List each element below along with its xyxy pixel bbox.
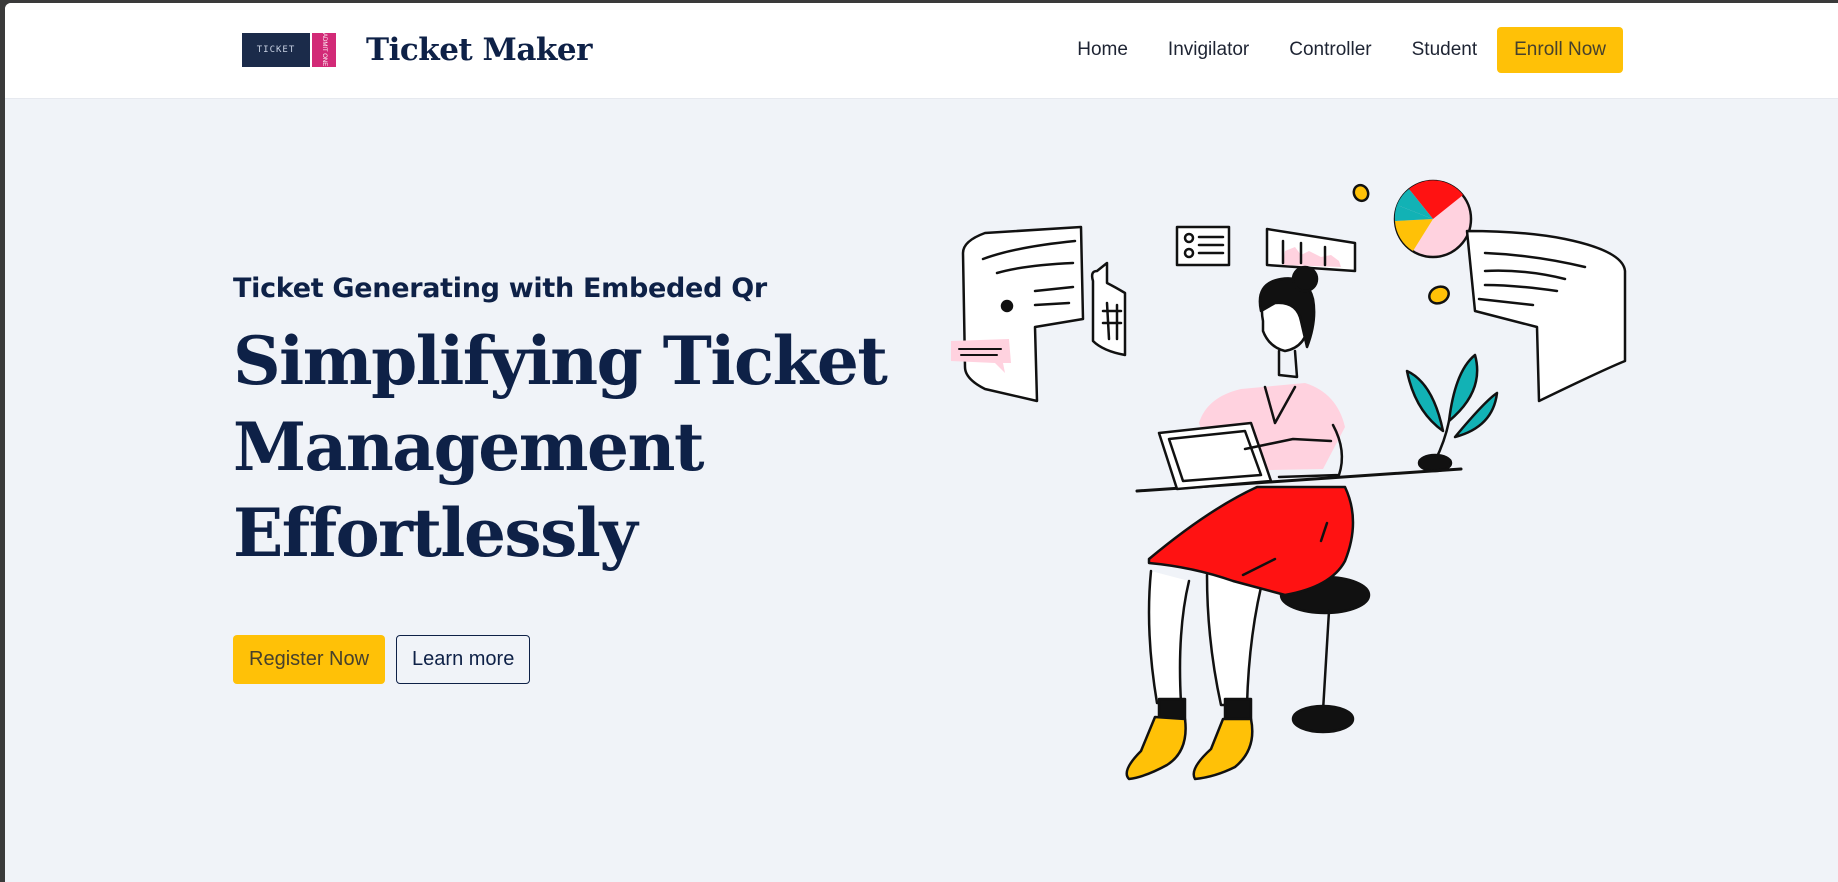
ticket-logo-icon: TICKET ADMIT ONE xyxy=(242,32,338,68)
headline-line-1: Simplifying Ticket xyxy=(233,322,888,400)
hero-text: Ticket Generating with Embeded Qr Simpli… xyxy=(233,273,933,576)
nav-menu: Home Invigilator Controller Student Enro… xyxy=(1057,27,1838,73)
headline-line-3: Effortlessly xyxy=(233,494,638,572)
nav-item-controller[interactable]: Controller xyxy=(1289,39,1371,61)
brand-name: Ticket Maker xyxy=(366,32,592,68)
hero-eyebrow: Ticket Generating with Embeded Qr xyxy=(233,273,767,304)
navbar: TICKET ADMIT ONE Ticket Maker Home Invig… xyxy=(5,3,1838,99)
logo-ticket-main: TICKET xyxy=(242,33,310,67)
learn-more-button[interactable]: Learn more xyxy=(396,635,531,684)
register-now-button[interactable]: Register Now xyxy=(233,635,386,684)
enroll-now-button[interactable]: Enroll Now xyxy=(1497,27,1623,73)
headline-line-2: Management xyxy=(233,408,705,486)
brand[interactable]: TICKET ADMIT ONE Ticket Maker xyxy=(242,25,592,75)
browser-viewport: TICKET ADMIT ONE Ticket Maker Home Invig… xyxy=(5,3,1838,882)
woman-working-on-laptop-illustration xyxy=(951,179,1627,781)
nav-item-home[interactable]: Home xyxy=(1077,39,1128,61)
hero-headline: Simplifying Ticket Management Effortless… xyxy=(233,318,933,576)
logo-ticket-stub: ADMIT ONE xyxy=(312,33,336,67)
hero-cta-row: Register Now Learn more xyxy=(233,635,531,684)
nav-item-invigilator[interactable]: Invigilator xyxy=(1168,39,1249,61)
nav-item-student[interactable]: Student xyxy=(1412,39,1478,61)
